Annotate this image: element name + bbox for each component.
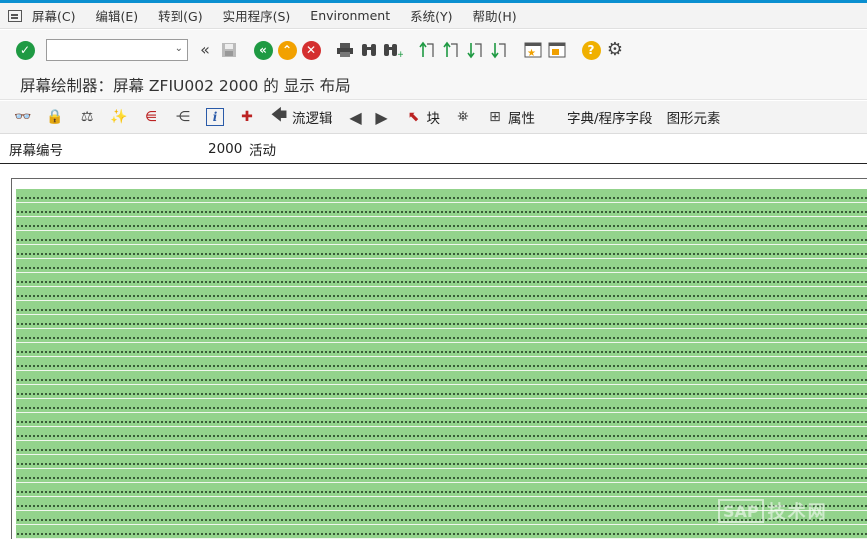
save-icon — [222, 43, 236, 57]
block-label: 块 — [426, 111, 441, 127]
first-page-icon — [419, 41, 434, 57]
previous-element-button[interactable]: ◀ — [347, 105, 365, 129]
collapse-command-button[interactable]: « — [194, 39, 216, 61]
chevron-down-icon[interactable]: ⌄ — [175, 43, 183, 54]
last-page-button[interactable] — [488, 39, 510, 61]
standard-toolbar: ✓ ⌄ « « ⌃ ✕ + ★ ? ⚙ — [0, 30, 867, 70]
help-icon: ? — [581, 40, 601, 60]
previous-page-icon — [443, 41, 458, 57]
generate-button[interactable]: ⛯ — [454, 105, 472, 129]
settings-icon: ⚙ — [606, 39, 624, 60]
exit-button[interactable]: ⌃ — [276, 39, 298, 61]
settings-button[interactable]: ⚙ — [604, 39, 626, 61]
element-list-icon: ⋹ — [144, 109, 158, 125]
attributes-button[interactable]: ⊞ 属性 — [486, 105, 535, 129]
info-button[interactable]: i — [206, 105, 224, 129]
screen-status: 活动 — [249, 143, 276, 159]
menu-bar: 屏幕(C) 编辑(E) 转到(G) 实用程序(S) Environment 系统… — [0, 3, 867, 29]
back-icon: « — [253, 40, 273, 60]
enter-button[interactable]: ✓ — [14, 39, 36, 61]
hierarchy-icon: ⋲ — [176, 109, 190, 125]
shortcut-icon — [548, 42, 566, 58]
flow-logic-button[interactable]: 🡄 流逻辑 — [270, 105, 333, 129]
svg-text:+: + — [397, 50, 403, 58]
element-list-button[interactable]: ⋹ — [142, 105, 160, 129]
generate-icon: ⛯ — [457, 109, 469, 125]
menu-goto[interactable]: 转到(G) — [158, 6, 202, 25]
watermark-logo: SAP — [718, 499, 764, 523]
menu-environment[interactable]: Environment — [310, 8, 390, 23]
double-chevron-left-icon: « — [200, 40, 210, 59]
triangle-right-icon: ▶ — [375, 107, 388, 127]
attributes-label: 属性 — [508, 111, 535, 127]
application-toolbar: 👓 🔒 ⚖ ✨ ⋹ ⋲ i ✚ 🡄 流逻辑 ◀ ▶ ⬉ 块 ⛯ ⊞ 属性 字典/… — [0, 101, 867, 134]
activate-icon: 🔒 — [46, 109, 64, 125]
menu-edit[interactable]: 编辑(E) — [95, 6, 138, 25]
check-scale-icon: ⚖ — [80, 109, 94, 125]
find-button[interactable] — [358, 39, 380, 61]
watermark-text: 技术网 — [767, 502, 828, 523]
dict-fields-button[interactable]: 字典/程序字段 — [567, 105, 653, 129]
dict-fields-label: 字典/程序字段 — [567, 111, 653, 127]
arrow-left-icon: 🡄 — [270, 104, 288, 124]
back-button[interactable]: « — [252, 39, 274, 61]
find-icon — [362, 44, 376, 56]
create-session-button[interactable]: ★ — [522, 39, 544, 61]
glasses-icon: 👓 — [14, 109, 32, 125]
screen-number-label: 屏幕编号 — [9, 143, 63, 159]
help-button[interactable]: ? — [580, 39, 602, 61]
magic-wand-icon: ✨ — [110, 109, 128, 125]
next-element-button[interactable]: ▶ — [373, 105, 391, 129]
layout-icon: ✚ — [241, 109, 253, 125]
last-page-icon — [491, 43, 506, 59]
graphic-elements-button[interactable]: 图形元素 — [667, 105, 721, 129]
print-button[interactable] — [334, 39, 356, 61]
check-button[interactable]: ⚖ — [78, 105, 96, 129]
check-icon: ✓ — [15, 40, 35, 60]
layout-editor-grid[interactable] — [16, 189, 867, 539]
cancel-button[interactable]: ✕ — [300, 39, 322, 61]
exit-icon: ⌃ — [277, 40, 297, 60]
attributes-icon: ⊞ — [489, 109, 501, 125]
block-button[interactable]: ⬉ 块 — [405, 105, 441, 129]
hierarchy-button[interactable]: ⋲ — [174, 105, 192, 129]
command-field[interactable]: ⌄ — [46, 39, 188, 61]
activate-button[interactable]: 🔒 — [46, 105, 64, 129]
wand-button[interactable]: ✨ — [110, 105, 128, 129]
block-cursor-icon: ⬉ — [407, 109, 420, 125]
menu-toggle-icon[interactable] — [8, 9, 22, 22]
find-next-icon: + — [384, 44, 403, 58]
layout-button[interactable]: ✚ — [238, 105, 256, 129]
graphic-elements-label: 图形元素 — [666, 111, 721, 127]
next-page-button[interactable] — [464, 39, 486, 61]
triangle-left-icon: ◀ — [349, 107, 362, 127]
menu-system[interactable]: 系统(Y) — [410, 6, 452, 25]
flow-logic-label: 流逻辑 — [292, 111, 333, 127]
save-button[interactable] — [218, 39, 240, 61]
cancel-icon: ✕ — [301, 40, 321, 60]
watermark: SAP 技术网 — [718, 497, 828, 525]
menu-utilities[interactable]: 实用程序(S) — [223, 6, 291, 25]
info-icon: i — [206, 108, 224, 126]
find-next-button[interactable]: + — [382, 39, 404, 61]
shortcut-button[interactable] — [546, 39, 568, 61]
next-page-icon — [467, 43, 482, 59]
print-icon — [337, 43, 353, 57]
menu-screen[interactable]: 屏幕(C) — [32, 6, 75, 25]
first-page-button[interactable] — [416, 39, 438, 61]
create-session-icon: ★ — [524, 42, 542, 59]
screen-number-value: 2000 — [208, 141, 243, 157]
page-title: 屏幕绘制器：屏幕 ZFIU002 2000 的 显示 布局 — [0, 70, 867, 100]
display-change-button[interactable]: 👓 — [14, 105, 32, 129]
svg-text:★: ★ — [527, 48, 536, 59]
menu-help[interactable]: 帮助(H) — [473, 6, 517, 25]
previous-page-button[interactable] — [440, 39, 462, 61]
screen-info-row: 屏幕编号 2000 活动 — [0, 135, 867, 164]
